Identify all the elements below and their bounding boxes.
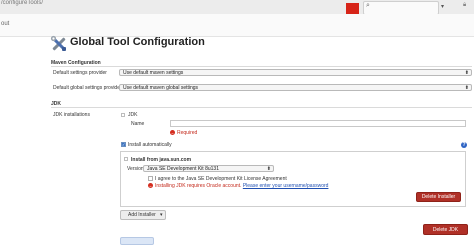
page-title: Global Tool Configuration <box>70 36 205 48</box>
version-label: Version <box>127 166 144 172</box>
add-installer-button[interactable]: Add Installer ▾ <box>120 210 166 220</box>
name-field[interactable] <box>170 120 466 127</box>
jdk-label: JDK <box>128 112 138 118</box>
jdk-divider <box>51 107 472 108</box>
error-icon: – <box>170 130 175 135</box>
oracle-account-error: Installing JDK requires Oracle account. <box>155 183 242 189</box>
help-icon[interactable]: ? <box>461 142 467 148</box>
global-settings-provider-label: Default global settings provider <box>53 85 122 91</box>
maven-divider <box>51 66 472 67</box>
browser-red-button[interactable] <box>346 3 359 14</box>
license-agreement-checkbox[interactable] <box>148 176 153 181</box>
chevron-down-icon: ⬍ <box>266 166 271 172</box>
name-label: Name <box>131 121 145 127</box>
oracle-account-message: Installing JDK requires Oracle account. … <box>155 183 328 189</box>
chevron-down-icon: ⬍ <box>464 70 469 76</box>
chevron-down-icon: ⬍ <box>464 85 469 91</box>
search-icon: ⌕ <box>366 2 370 9</box>
settings-provider-select[interactable]: Use default maven settings ⬍ <box>119 69 472 76</box>
lock-icon: 🔒︎ <box>463 2 467 8</box>
tools-icon <box>50 35 66 51</box>
add-installer-label: Add Installer <box>128 212 156 218</box>
jenkins-breadcrumb-bar: out <box>0 14 474 37</box>
chevron-down-icon[interactable]: ▾ <box>441 3 444 10</box>
drag-handle[interactable] <box>121 113 125 117</box>
required-text: Required <box>177 130 198 136</box>
global-settings-provider-value: Use default maven global settings <box>123 85 199 91</box>
partially-visible-button[interactable] <box>120 237 154 245</box>
breadcrumb-fragment[interactable]: out <box>1 21 9 27</box>
installer-drag-handle[interactable] <box>124 157 128 161</box>
install-automatically-checkbox[interactable]: ✓ <box>121 142 126 147</box>
global-settings-provider-select[interactable]: Use default maven global settings ⬍ <box>119 84 472 91</box>
install-automatically-label: Install automatically <box>128 142 172 148</box>
error-icon: – <box>148 183 153 188</box>
url-fragment[interactable]: /configureTools/ <box>1 0 43 6</box>
license-agreement-label: I agree to the Java SE Development Kit L… <box>155 176 287 182</box>
version-select[interactable]: Java SE Development Kit 8u131 ⬍ <box>143 165 274 172</box>
version-value: Java SE Development Kit 8u131 <box>147 166 219 172</box>
delete-jdk-button[interactable]: Delete JDK <box>423 224 468 235</box>
oracle-credentials-link[interactable]: Please enter your username/password <box>243 183 329 189</box>
settings-provider-label: Default settings provider <box>53 70 107 76</box>
jdk-installations-label: JDK installations <box>53 112 90 118</box>
delete-installer-button[interactable]: Delete Installer <box>416 192 461 202</box>
chevron-down-icon: ▾ <box>160 212 163 218</box>
settings-provider-value: Use default maven settings <box>123 70 184 76</box>
browser-search-box[interactable] <box>363 1 439 15</box>
browser-top-bar: /configureTools/ ⌕ ▾ 🔒︎ <box>0 0 474 15</box>
installer-title: Install from java.sun.com <box>131 157 192 163</box>
